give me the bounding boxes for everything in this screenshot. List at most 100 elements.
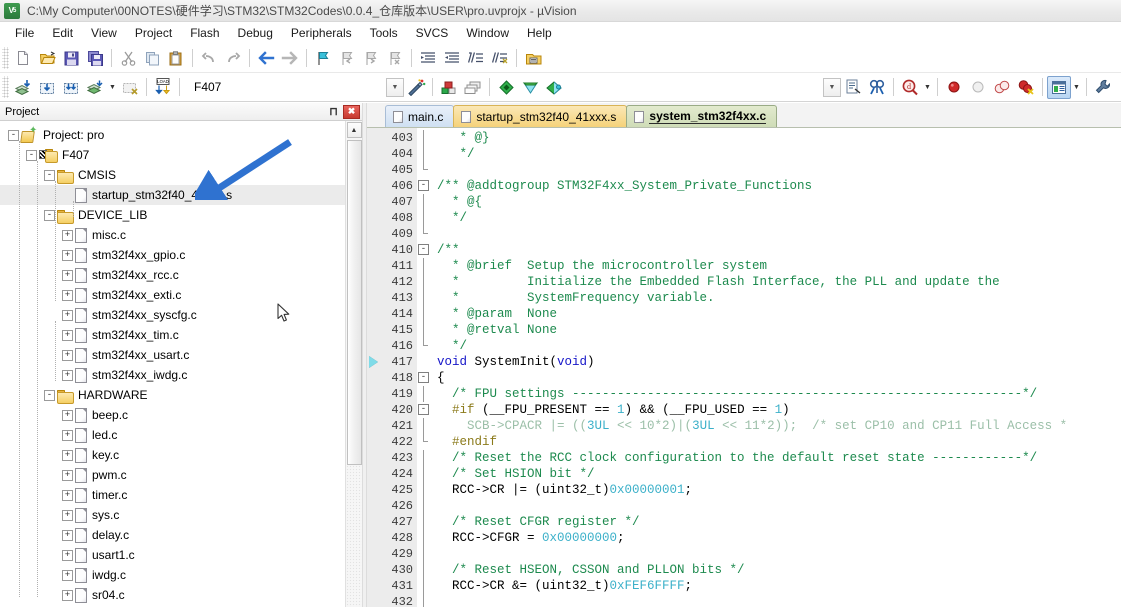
fold-cell[interactable]: -: [417, 242, 433, 258]
editor-tab[interactable]: system_stm32f4xx.c: [626, 105, 777, 127]
cut-icon[interactable]: [116, 47, 140, 70]
multi-project-icon[interactable]: [461, 76, 485, 99]
code-line[interactable]: [433, 226, 1121, 242]
open-file-folder-icon[interactable]: [521, 47, 545, 70]
tree-node[interactable]: +timer.c: [0, 485, 345, 505]
menu-tools[interactable]: Tools: [361, 23, 407, 43]
code-line[interactable]: [433, 546, 1121, 562]
code-line[interactable]: */: [433, 338, 1121, 354]
manage-project-items-icon[interactable]: [437, 76, 461, 99]
debug-find-dropdown-icon[interactable]: ▼: [922, 84, 933, 91]
configure-icon[interactable]: [494, 76, 518, 99]
fold-cell[interactable]: [417, 306, 433, 322]
code-line[interactable]: * SystemFrequency variable.: [433, 290, 1121, 306]
collapse-icon[interactable]: -: [8, 130, 19, 141]
fold-cell[interactable]: [417, 418, 433, 434]
fold-cell[interactable]: [417, 290, 433, 306]
code-line[interactable]: [433, 594, 1121, 607]
menu-svcs[interactable]: SVCS: [407, 23, 458, 43]
bookmark-clear-icon[interactable]: [383, 47, 407, 70]
code-line[interactable]: /* Reset the RCC clock configuration to …: [433, 450, 1121, 466]
fold-cell[interactable]: [417, 130, 433, 146]
code-line[interactable]: /** @addtogroup STM32F4xx_System_Private…: [433, 178, 1121, 194]
save-all-icon[interactable]: [83, 47, 107, 70]
scroll-track[interactable]: [346, 465, 363, 607]
save-icon[interactable]: [59, 47, 83, 70]
expand-icon[interactable]: +: [62, 510, 73, 521]
comment-icon[interactable]: [464, 47, 488, 70]
tree-node[interactable]: +beep.c: [0, 405, 345, 425]
kill-all-breakpoints-icon[interactable]: [1014, 76, 1038, 99]
open-file-icon[interactable]: [35, 47, 59, 70]
tree-node[interactable]: +stm32f4xx_usart.c: [0, 345, 345, 365]
code-line[interactable]: * @brief Setup the microcontroller syste…: [433, 258, 1121, 274]
tree-node[interactable]: -CMSIS: [0, 165, 345, 185]
target-select[interactable]: F407: [186, 77, 386, 98]
tree-node[interactable]: +key.c: [0, 445, 345, 465]
code-line[interactable]: /* Reset HSEON, CSSON and PLLON bits */: [433, 562, 1121, 578]
fold-cell[interactable]: [417, 322, 433, 338]
editor-fold-column[interactable]: ----: [417, 128, 433, 607]
fold-cell[interactable]: [417, 450, 433, 466]
fold-cell[interactable]: [417, 194, 433, 210]
tree-node[interactable]: +stm32f4xx_tim.c: [0, 325, 345, 345]
download-icon[interactable]: LOAD: [151, 76, 175, 99]
expand-icon[interactable]: +: [62, 490, 73, 501]
fold-cell[interactable]: [417, 146, 433, 162]
code-line[interactable]: */: [433, 146, 1121, 162]
fold-cell[interactable]: [417, 578, 433, 594]
menu-help[interactable]: Help: [518, 23, 561, 43]
tree-node[interactable]: -Project: pro: [0, 125, 345, 145]
expand-icon[interactable]: +: [62, 410, 73, 421]
fold-cell[interactable]: [417, 386, 433, 402]
tree-node[interactable]: +stm32f4xx_exti.c: [0, 285, 345, 305]
fold-cell[interactable]: [417, 530, 433, 546]
code-line[interactable]: /* Set HSION bit */: [433, 466, 1121, 482]
bookmark-toggle-icon[interactable]: [311, 47, 335, 70]
fold-collapse-icon[interactable]: -: [418, 372, 429, 383]
expand-icon[interactable]: +: [62, 270, 73, 281]
tree-node[interactable]: +delay.c: [0, 525, 345, 545]
batch-build-icon[interactable]: [83, 76, 107, 99]
copy-icon[interactable]: [140, 47, 164, 70]
fold-cell[interactable]: [417, 226, 433, 242]
code-line[interactable]: void SystemInit(void): [433, 354, 1121, 370]
tree-node[interactable]: +stm32f4xx_iwdg.c: [0, 365, 345, 385]
code-line[interactable]: [433, 498, 1121, 514]
navigate-forward-icon[interactable]: [278, 47, 302, 70]
batch-build-dropdown-icon[interactable]: ▼: [107, 84, 118, 91]
code-line[interactable]: * @param None: [433, 306, 1121, 322]
close-icon[interactable]: ✖: [343, 105, 360, 119]
fold-cell[interactable]: [417, 594, 433, 607]
bookmark-next-icon[interactable]: [359, 47, 383, 70]
pin-icon[interactable]: ⊓: [326, 104, 341, 119]
code-line[interactable]: [433, 162, 1121, 178]
code-line[interactable]: #endif: [433, 434, 1121, 450]
window-layout-icon[interactable]: [1047, 76, 1071, 99]
collapse-icon[interactable]: -: [44, 170, 55, 181]
insert-breakpoint-icon[interactable]: [942, 76, 966, 99]
code-line[interactable]: /**: [433, 242, 1121, 258]
editor-code[interactable]: * @} */ /** @addtogroup STM32F4xx_System_…: [433, 128, 1121, 607]
indent-decrease-icon[interactable]: [440, 47, 464, 70]
fold-cell[interactable]: [417, 482, 433, 498]
code-line[interactable]: RCC->CFGR = 0x00000000;: [433, 530, 1121, 546]
menu-project[interactable]: Project: [126, 23, 181, 43]
fold-cell[interactable]: [417, 434, 433, 450]
expand-icon[interactable]: +: [62, 590, 73, 601]
menu-view[interactable]: View: [82, 23, 126, 43]
expand-icon[interactable]: +: [62, 530, 73, 541]
build-icon[interactable]: [35, 76, 59, 99]
code-line[interactable]: SCB->CPACR |= ((3UL << 10*2)|(3UL << 11*…: [433, 418, 1121, 434]
kill-breakpoint-icon[interactable]: [966, 76, 990, 99]
fold-cell[interactable]: [417, 274, 433, 290]
code-line[interactable]: /* FPU settings ------------------------…: [433, 386, 1121, 402]
code-line[interactable]: #if (__FPU_PRESENT == 1) && (__FPU_USED …: [433, 402, 1121, 418]
scroll-up-icon[interactable]: ▲: [347, 122, 362, 138]
code-line[interactable]: */: [433, 210, 1121, 226]
menu-peripherals[interactable]: Peripherals: [282, 23, 361, 43]
code-line[interactable]: * @}: [433, 130, 1121, 146]
expand-icon[interactable]: +: [62, 290, 73, 301]
tree-node[interactable]: -HARDWARE: [0, 385, 345, 405]
tree-node[interactable]: +stm32f4xx_rcc.c: [0, 265, 345, 285]
